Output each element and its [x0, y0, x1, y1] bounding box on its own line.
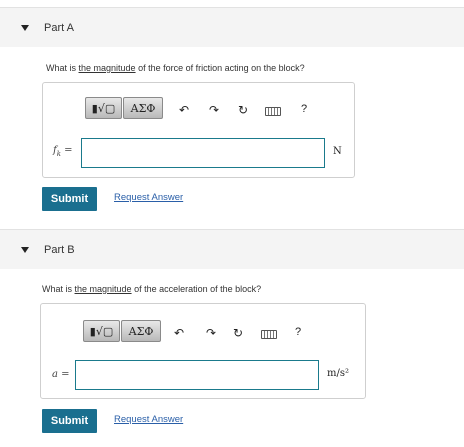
- caret-down-icon[interactable]: [21, 246, 29, 253]
- greek-symbols-icon[interactable]: ΑΣΦ: [123, 97, 163, 119]
- part-b-answer-input[interactable]: [75, 360, 319, 390]
- help-icon[interactable]: ?: [301, 104, 307, 115]
- reset-icon[interactable]: ↻: [238, 104, 248, 116]
- templates-icon[interactable]: ▮√▢: [85, 97, 122, 119]
- part-b-toolbar: ▮√▢ ΑΣΦ: [83, 320, 161, 342]
- part-b-header[interactable]: Part B: [0, 229, 464, 269]
- magnitude-link[interactable]: the magnitude: [79, 63, 136, 73]
- part-a-answer-input[interactable]: [81, 138, 325, 168]
- part-a-title: Part A: [44, 21, 74, 34]
- part-a-variable-label: fk =: [53, 145, 73, 158]
- part-a-unit: N: [333, 146, 342, 157]
- reset-icon[interactable]: ↻: [233, 327, 243, 339]
- magnitude-link[interactable]: the magnitude: [75, 284, 132, 294]
- greek-symbols-icon[interactable]: ΑΣΦ: [121, 320, 161, 342]
- part-b-unit: m/s²: [327, 368, 349, 379]
- help-icon[interactable]: ?: [295, 327, 301, 338]
- keyboard-icon[interactable]: [261, 330, 277, 339]
- undo-icon[interactable]: ↶: [179, 104, 189, 116]
- part-a-answer-box: ▮√▢ ΑΣΦ ↶ ↷ ↻ ? fk = N: [42, 82, 355, 178]
- part-a-submit-button[interactable]: Submit: [42, 187, 97, 211]
- part-a-request-answer-link[interactable]: Request Answer: [114, 192, 183, 203]
- redo-icon[interactable]: ↷: [206, 327, 216, 339]
- part-b-question: What is the magnitude of the acceleratio…: [42, 284, 262, 294]
- part-b-submit-button[interactable]: Submit: [42, 409, 97, 433]
- part-a-header[interactable]: Part A: [0, 7, 464, 47]
- undo-icon[interactable]: ↶: [174, 327, 184, 339]
- part-b-variable-label: a =: [52, 369, 70, 380]
- keyboard-icon[interactable]: [265, 107, 281, 116]
- part-a-question: What is the magnitude of the force of fr…: [46, 63, 305, 73]
- caret-down-icon[interactable]: [21, 24, 29, 31]
- redo-icon[interactable]: ↷: [209, 104, 219, 116]
- part-b-title: Part B: [44, 243, 75, 256]
- part-a-toolbar: ▮√▢ ΑΣΦ: [85, 97, 163, 119]
- templates-icon[interactable]: ▮√▢: [83, 320, 120, 342]
- part-b-answer-box: ▮√▢ ΑΣΦ ↶ ↷ ↻ ? a = m/s²: [40, 303, 366, 399]
- part-b-request-answer-link[interactable]: Request Answer: [114, 414, 183, 425]
